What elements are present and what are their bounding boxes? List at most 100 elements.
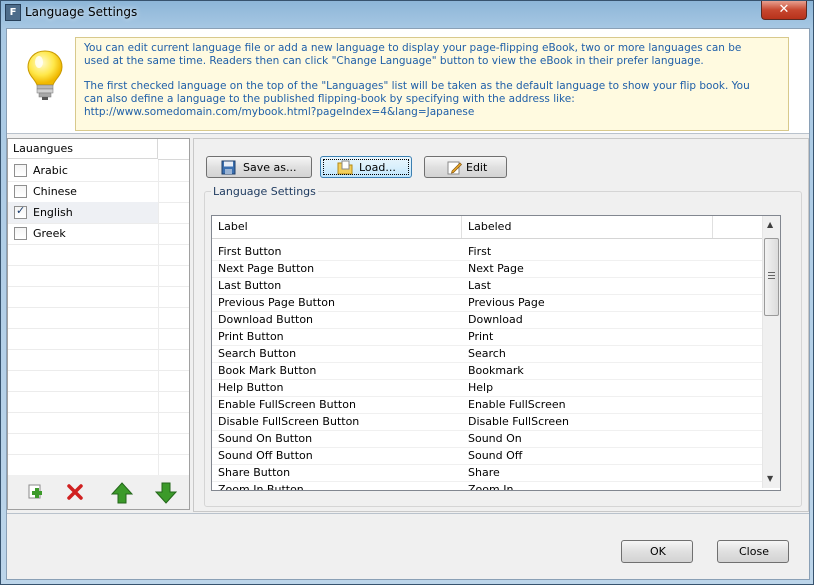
dialog-body: You can edit current language file or ad… [6,28,810,580]
edit-button[interactable]: Edit [424,156,507,178]
move-up-icon[interactable] [111,482,133,504]
table-row[interactable]: Print Button Print [212,328,762,346]
languages-header-filler [158,139,189,160]
language-checkbox[interactable] [14,164,27,177]
table-row[interactable]: Enable FullScreen Button Enable FullScre… [212,396,762,414]
labeled-cell[interactable]: Enable FullScreen [462,398,566,411]
empty-cell [8,349,159,370]
table-vertical-scrollbar[interactable]: ▲ ▼ [762,216,780,488]
save-disk-icon [221,160,236,175]
label-cell: Last Button [218,279,282,292]
table-row[interactable]: Book Mark Button Bookmark [212,362,762,380]
table-row[interactable]: Next Page Button Next Page [212,260,762,278]
empty-cell [8,244,159,265]
table-row[interactable]: Search Button Search [212,345,762,363]
info-line-1: You can edit current language file or ad… [84,42,742,54]
language-checkbox[interactable] [14,185,27,198]
info-area: You can edit current language file or ad… [7,29,809,133]
languages-list[interactable]: Lauangues Arabic Chinese ✓ English Greek [7,138,190,476]
language-item-greek[interactable]: Greek [8,223,189,245]
language-editor-panel: Save as... Load... Edit Language Setting… [193,138,809,512]
labeled-cell[interactable]: Zoom In [462,483,513,490]
table-row[interactable]: Disable FullScreen Button Disable FullSc… [212,413,762,431]
delete-icon[interactable] [66,483,84,501]
column-header-labeled[interactable]: Labeled [462,216,713,238]
table-row[interactable]: Zoom In Button Zoom In [212,481,762,491]
add-icon[interactable] [26,483,44,501]
edit-label: Edit [466,161,488,174]
language-checkbox[interactable] [14,227,27,240]
language-cell: Greek [8,223,159,244]
table-row[interactable]: Last Button Last [212,277,762,295]
labeled-cell[interactable]: Sound On [462,432,522,445]
labeled-cell[interactable]: Next Page [462,262,524,275]
info-divider [7,133,809,134]
label-cell: Sound Off Button [218,449,313,462]
table-row[interactable]: Download Button Download [212,311,762,329]
load-folder-icon [337,160,353,175]
close-label: Close [739,545,769,558]
labeled-cell[interactable]: Search [462,347,506,360]
empty-row [8,244,189,266]
table-row[interactable]: Share Button Share [212,464,762,482]
label-cell: Zoom In Button [218,483,304,491]
language-settings-group-title: Language Settings [211,185,318,198]
empty-cell [8,454,159,475]
language-settings-table[interactable]: Label Labeled First Button First Next Pa… [211,215,781,491]
empty-row [8,412,189,434]
table-header: Label Labeled [212,216,762,239]
table-row[interactable]: Help Button Help [212,379,762,397]
scroll-down-arrow-icon[interactable]: ▼ [767,474,773,483]
label-cell: Print Button [218,330,284,343]
empty-cell [8,328,159,349]
label-cell: Share Button [218,466,291,479]
language-item-english[interactable]: ✓ English [8,202,189,224]
empty-row [8,433,189,455]
dialog-footer: OK Close [7,514,809,579]
title-bar[interactable]: F Language Settings ✕ [1,1,813,25]
move-down-icon[interactable] [155,482,177,504]
labeled-cell[interactable]: Sound Off [462,449,522,462]
ok-label: OK [650,545,666,558]
language-settings-window: F Language Settings ✕ You can edit curre… [0,0,814,585]
app-icon: F [5,4,21,21]
empty-cell [8,433,159,454]
window-close-button[interactable]: ✕ [761,1,807,20]
language-label: Arabic [33,164,68,177]
empty-cell [8,307,159,328]
labeled-cell[interactable]: Bookmark [462,364,524,377]
empty-cell [8,265,159,286]
scroll-up-arrow-icon[interactable]: ▲ [767,220,773,229]
language-item-chinese[interactable]: Chinese [8,181,189,203]
languages-header: Lauangues [8,139,158,159]
language-item-arabic[interactable]: Arabic [8,160,189,182]
empty-row [8,307,189,329]
column-header-label[interactable]: Label [212,216,462,238]
table-row[interactable]: Previous Page Button Previous Page [212,294,762,312]
labeled-cell[interactable]: Disable FullScreen [462,415,569,428]
labeled-cell[interactable]: Previous Page [462,296,545,309]
labeled-cell[interactable]: Help [462,381,493,394]
table-row[interactable]: Sound On Button Sound On [212,430,762,448]
close-button[interactable]: Close [717,540,789,563]
labeled-cell[interactable]: Download [462,313,523,326]
table-row[interactable]: Sound Off Button Sound Off [212,447,762,465]
label-cell: Download Button [218,313,314,326]
table-row[interactable]: First Button First [212,243,762,261]
save-as-button[interactable]: Save as... [206,156,312,178]
labeled-cell[interactable]: First [462,245,491,258]
language-checkbox[interactable]: ✓ [14,204,27,219]
load-button[interactable]: Load... [320,156,412,178]
ok-button[interactable]: OK [621,540,693,563]
labeled-cell[interactable]: Print [462,330,493,343]
language-cell: Chinese [8,181,159,202]
label-cell: Help Button [218,381,284,394]
language-label: Greek [33,227,66,240]
scrollbar-thumb[interactable] [764,238,779,316]
empty-cell [8,286,159,307]
labeled-cell[interactable]: Share [462,466,500,479]
empty-row [8,349,189,371]
labeled-cell[interactable]: Last [462,279,491,292]
checkmark-icon: ✓ [16,204,26,217]
empty-row [8,370,189,392]
